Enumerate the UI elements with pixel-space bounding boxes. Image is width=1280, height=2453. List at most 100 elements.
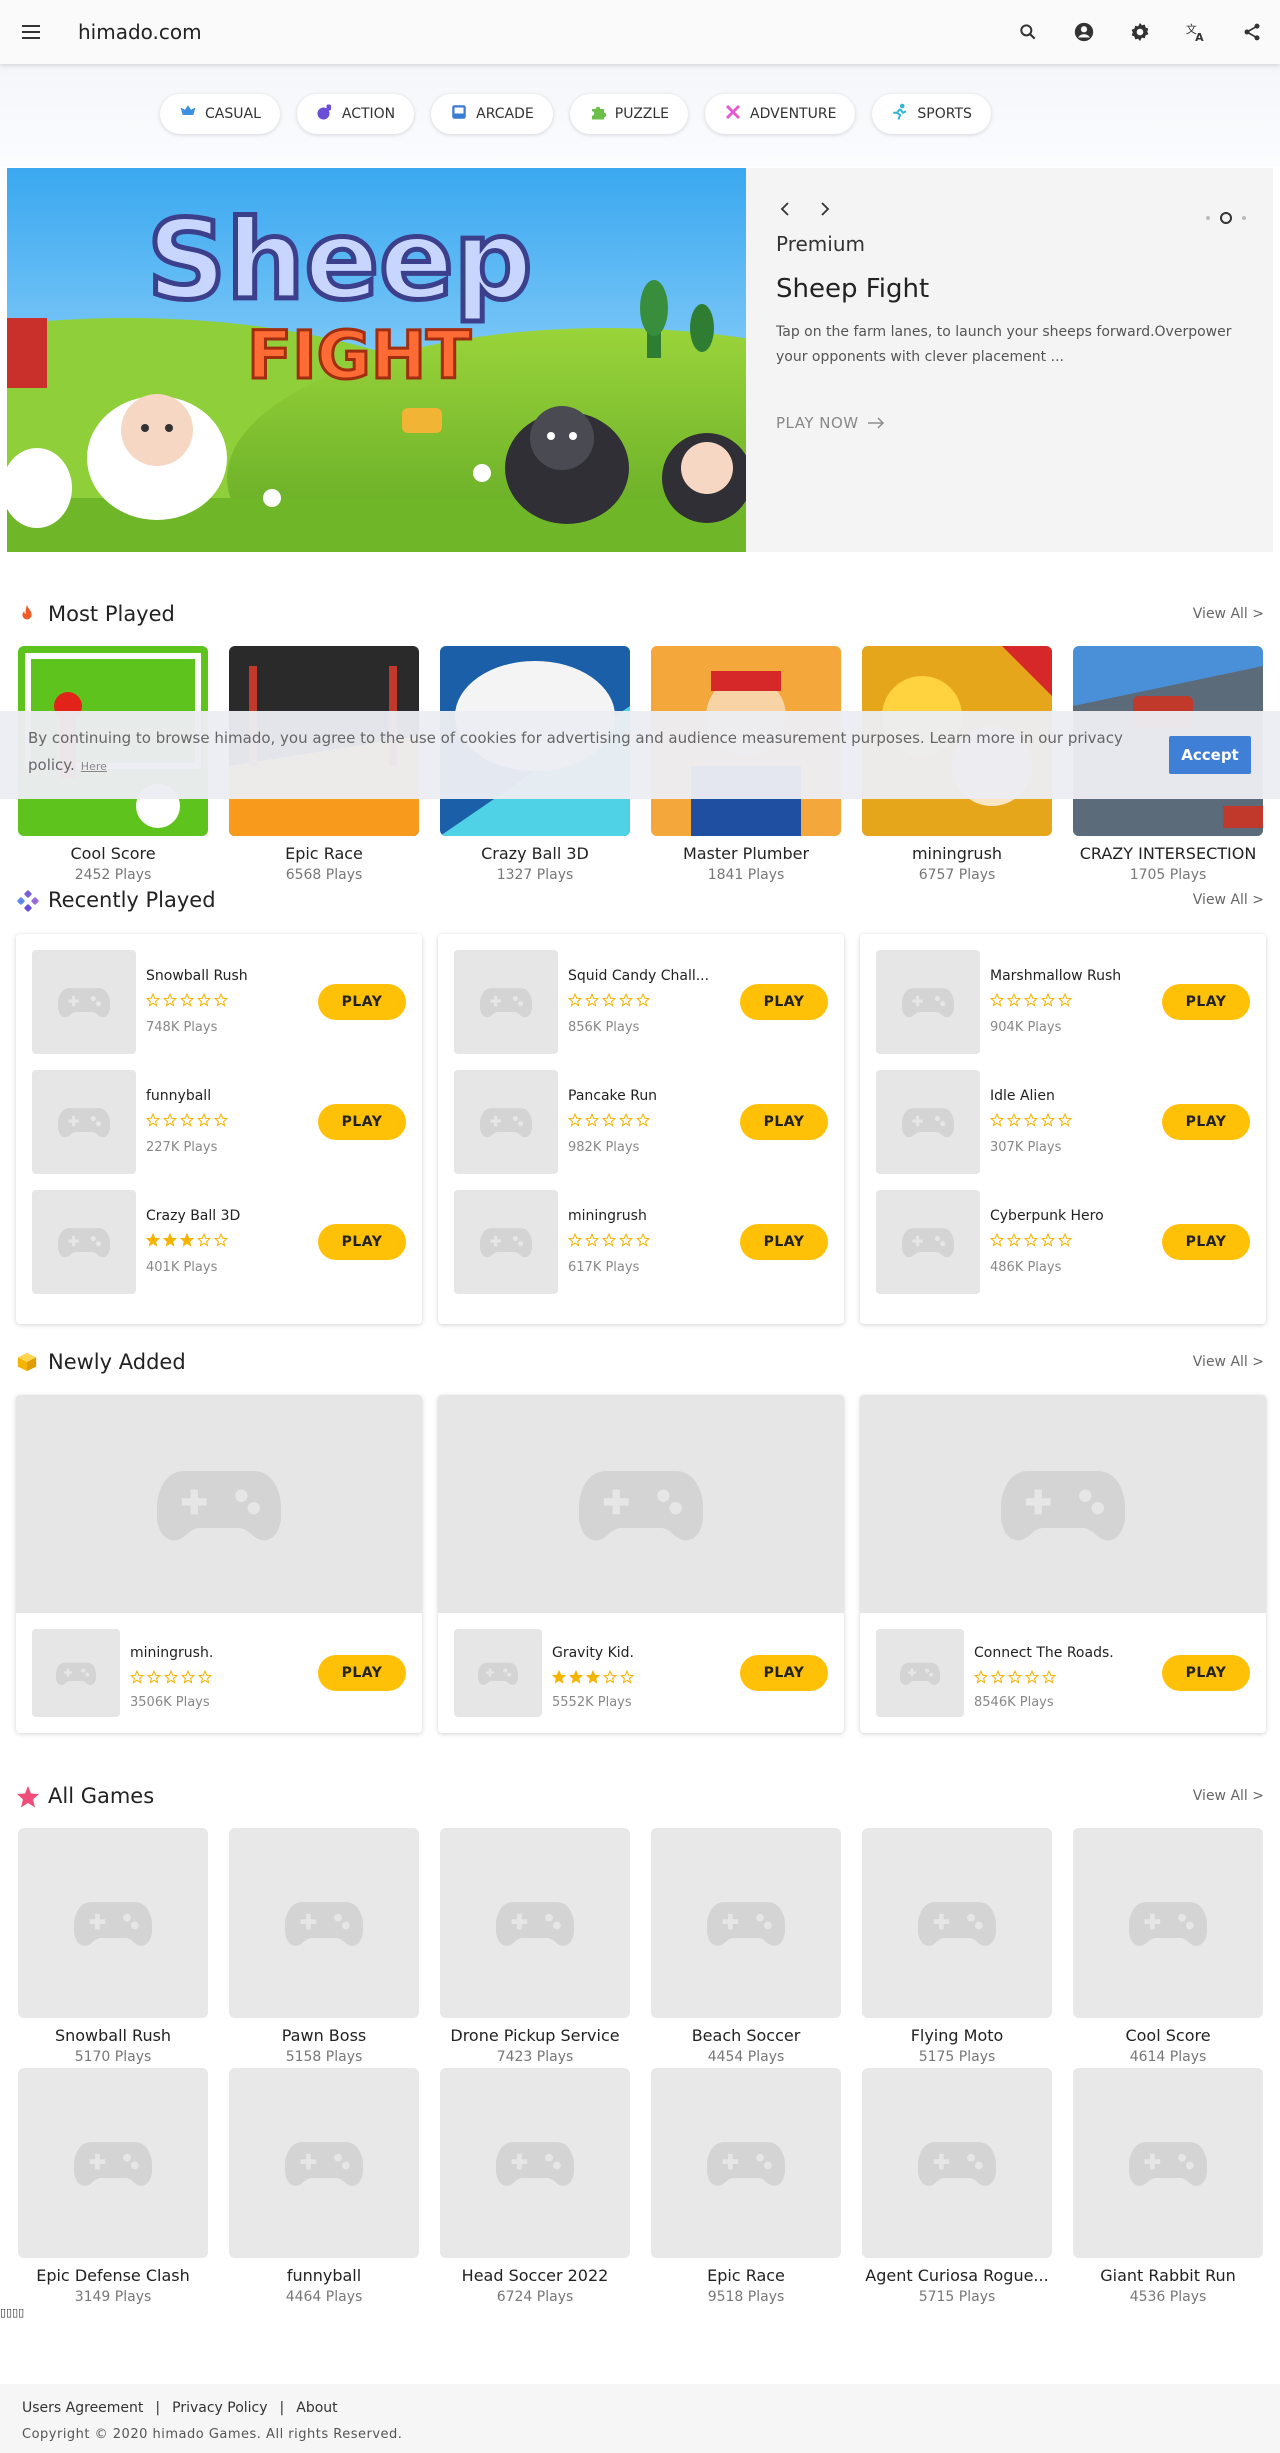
play-button[interactable]: PLAY (1162, 1224, 1250, 1260)
menu-icon[interactable] (0, 0, 64, 64)
newly-added-card: miningrush. 3506K Plays PLAY (16, 1395, 422, 1733)
game-thumbnail[interactable] (876, 1190, 980, 1294)
all-games-item[interactable]: Head Soccer 2022 6724 Plays (440, 2068, 630, 2305)
all-games-item[interactable]: Drone Pickup Service 7423 Plays (440, 1828, 630, 2065)
play-button[interactable]: PLAY (318, 1655, 406, 1691)
play-button[interactable]: PLAY (740, 1224, 828, 1260)
slide-dot[interactable] (1220, 212, 1232, 224)
all-games-item[interactable]: Beach Soccer 4454 Plays (651, 1828, 841, 2065)
game-name: Drone Pickup Service (450, 2026, 620, 2045)
search-icon[interactable] (1000, 0, 1056, 64)
game-plays: 856K Plays (568, 1020, 640, 1035)
prev-slide-icon[interactable] (776, 200, 794, 218)
play-button[interactable]: PLAY (1162, 1104, 1250, 1140)
all-games-item[interactable]: Epic Race 9518 Plays (651, 2068, 841, 2305)
recently-played-title: Recently Played (48, 888, 216, 912)
footer-link-privacy-policy[interactable]: Privacy Policy (172, 2400, 267, 2416)
banner-title-art: Sheep (147, 196, 532, 324)
game-thumbnail[interactable] (454, 950, 558, 1054)
all-games-item[interactable]: Giant Rabbit Run 4536 Plays (1073, 2068, 1263, 2305)
game-thumbnail[interactable] (440, 1828, 630, 2018)
all-games-item[interactable]: Flying Moto 5175 Plays (862, 1828, 1052, 2065)
game-thumbnail[interactable] (454, 1190, 558, 1294)
star-icon (585, 1669, 601, 1688)
play-now-link[interactable]: PLAY NOW (776, 414, 885, 432)
category-chip-action[interactable]: ACTION (296, 94, 415, 134)
game-thumbnail[interactable] (18, 2068, 208, 2258)
game-thumbnail[interactable] (32, 1070, 136, 1174)
accept-cookies-button[interactable]: Accept (1169, 736, 1251, 774)
play-button[interactable]: PLAY (1162, 1655, 1250, 1691)
game-thumbnail[interactable] (876, 1629, 964, 1717)
all-games-item[interactable]: Epic Defense Clash 3149 Plays (18, 2068, 208, 2305)
footer-link-users-agreement[interactable]: Users Agreement (22, 2400, 143, 2416)
site-title[interactable]: himado.com (78, 20, 202, 44)
cookie-here-link[interactable]: Here (81, 760, 107, 773)
all-games-item[interactable]: funnyball 4464 Plays (229, 2068, 419, 2305)
game-thumbnail[interactable] (454, 1070, 558, 1174)
account-icon[interactable] (1056, 0, 1112, 64)
game-plays: 3506K Plays (130, 1695, 210, 1710)
all-games-item[interactable]: Agent Curiosa Rogue... 5715 Plays (862, 2068, 1052, 2305)
game-thumbnail[interactable] (876, 950, 980, 1054)
recently-played-card: Squid Candy Chall... 856K Plays PLAY Pancak… (438, 934, 844, 1324)
slide-dot[interactable] (1206, 216, 1210, 220)
play-button[interactable]: PLAY (740, 1655, 828, 1691)
game-plays: 5552K Plays (552, 1695, 632, 1710)
category-chip-sports[interactable]: SPORTS (872, 94, 991, 134)
game-thumbnail[interactable] (18, 1828, 208, 2018)
game-thumbnail[interactable] (454, 1629, 542, 1717)
game-cover[interactable] (438, 1395, 844, 1613)
game-thumbnail[interactable] (651, 1828, 841, 2018)
all-games-item[interactable]: Cool Score 4614 Plays (1073, 1828, 1263, 2065)
game-thumbnail[interactable] (1073, 2068, 1263, 2258)
star-icon (618, 1232, 634, 1251)
game-thumbnail[interactable] (876, 1070, 980, 1174)
game-thumbnail[interactable] (1073, 1828, 1263, 2018)
game-cover[interactable] (860, 1395, 1266, 1613)
cookie-text-block: By continuing to browse himado, you agre… (28, 725, 1128, 780)
play-button[interactable]: PLAY (318, 1104, 406, 1140)
star-icon (196, 1112, 212, 1131)
all-games-view-all[interactable]: View All > (1193, 1788, 1264, 1804)
play-button[interactable]: PLAY (1162, 984, 1250, 1020)
translate-icon[interactable]: 文A (1168, 0, 1224, 64)
game-thumbnail[interactable] (440, 2068, 630, 2258)
recently-played-view-all[interactable]: View All > (1193, 892, 1264, 908)
game-cover[interactable] (16, 1395, 422, 1613)
banner-image[interactable]: Sheep FIGHT (7, 168, 746, 552)
game-thumbnail[interactable] (862, 2068, 1052, 2258)
slide-dot[interactable] (1242, 216, 1246, 220)
casual-icon (179, 103, 197, 125)
star-icon (990, 1669, 1006, 1688)
game-name: Agent Curiosa Rogue... (865, 2266, 1049, 2285)
game-thumbnail[interactable] (229, 2068, 419, 2258)
game-thumbnail[interactable] (32, 1629, 120, 1717)
settings-icon[interactable] (1112, 0, 1168, 64)
play-button[interactable]: PLAY (318, 1224, 406, 1260)
game-thumbnail[interactable] (862, 1828, 1052, 2018)
most-played-view-all[interactable]: View All > (1193, 606, 1264, 622)
share-icon[interactable] (1224, 0, 1280, 64)
category-chip-casual[interactable]: CASUAL (160, 94, 280, 134)
category-chip-puzzle[interactable]: PUZZLE (569, 94, 689, 134)
game-name: CRAZY INTERSECTION (1079, 844, 1257, 863)
all-games-item[interactable]: Pawn Boss 5158 Plays (229, 1828, 419, 2065)
play-button[interactable]: PLAY (318, 984, 406, 1020)
all-games-header: All Games View All > (16, 1781, 1264, 1811)
star-icon (1023, 1112, 1039, 1131)
game-thumbnail[interactable] (651, 2068, 841, 2258)
all-games-item[interactable]: Snowball Rush 5170 Plays (18, 1828, 208, 2065)
category-chip-adventure[interactable]: ADVENTURE (705, 94, 856, 134)
play-button[interactable]: PLAY (740, 1104, 828, 1140)
play-button[interactable]: PLAY (740, 984, 828, 1020)
star-icon (635, 992, 651, 1011)
game-thumbnail[interactable] (229, 1828, 419, 2018)
footer-link-about[interactable]: About (296, 2400, 337, 2416)
game-thumbnail[interactable] (32, 1190, 136, 1294)
star-rating (145, 992, 229, 1011)
newly-added-view-all[interactable]: View All > (1193, 1354, 1264, 1370)
next-slide-icon[interactable] (816, 200, 834, 218)
category-chip-arcade[interactable]: ARCADE (431, 94, 553, 134)
game-thumbnail[interactable] (32, 950, 136, 1054)
